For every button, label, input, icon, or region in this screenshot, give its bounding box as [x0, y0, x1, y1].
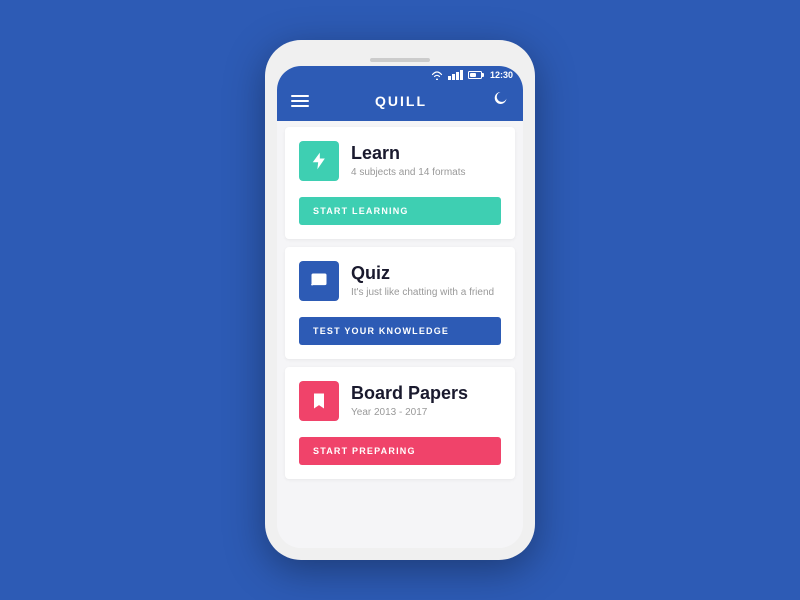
- learn-card: Learn 4 subjects and 14 formats START LE…: [285, 127, 515, 239]
- menu-button[interactable]: [291, 95, 309, 107]
- learn-title: Learn: [351, 144, 466, 164]
- app-header: QUILL: [277, 82, 523, 121]
- learn-text-block: Learn 4 subjects and 14 formats: [351, 144, 466, 178]
- signal-bars: [448, 70, 463, 80]
- start-learning-button[interactable]: START LEARNING: [299, 197, 501, 225]
- notch-bar: [370, 58, 430, 62]
- quiz-subtitle: It's just like chatting with a friend: [351, 287, 494, 298]
- wifi-icon: [431, 71, 443, 80]
- quiz-card: Quiz It's just like chatting with a frie…: [285, 247, 515, 359]
- board-papers-text-block: Board Papers Year 2013 - 2017: [351, 384, 468, 418]
- phone-notch: [277, 52, 523, 66]
- learn-icon-box: [299, 141, 339, 181]
- board-papers-title: Board Papers: [351, 384, 468, 404]
- chat-icon: [309, 271, 329, 291]
- test-knowledge-button[interactable]: TEST YOUR KNOWLEDGE: [299, 317, 501, 345]
- learn-subtitle: 4 subjects and 14 formats: [351, 167, 466, 178]
- start-preparing-button[interactable]: START PREPARING: [299, 437, 501, 465]
- board-papers-subtitle: Year 2013 - 2017: [351, 407, 468, 418]
- status-bar: 12:30: [277, 66, 523, 82]
- learn-card-top: Learn 4 subjects and 14 formats: [285, 127, 515, 187]
- board-papers-card-top: Board Papers Year 2013 - 2017: [285, 367, 515, 427]
- lightning-icon: [309, 151, 329, 171]
- quiz-text-block: Quiz It's just like chatting with a frie…: [351, 264, 494, 298]
- bookmark-icon: [309, 391, 329, 411]
- board-papers-card: Board Papers Year 2013 - 2017 START PREP…: [285, 367, 515, 479]
- battery-icon: [468, 71, 482, 79]
- board-papers-icon-box: [299, 381, 339, 421]
- status-time: 12:30: [490, 70, 513, 80]
- quiz-title: Quiz: [351, 264, 494, 284]
- phone-frame: 12:30 QUILL: [265, 40, 535, 560]
- profile-icon[interactable]: [493, 90, 509, 111]
- phone-screen: 12:30 QUILL: [277, 66, 523, 548]
- quiz-card-top: Quiz It's just like chatting with a frie…: [285, 247, 515, 307]
- app-title: QUILL: [375, 93, 427, 109]
- content-area: Learn 4 subjects and 14 formats START LE…: [277, 121, 523, 548]
- quiz-icon-box: [299, 261, 339, 301]
